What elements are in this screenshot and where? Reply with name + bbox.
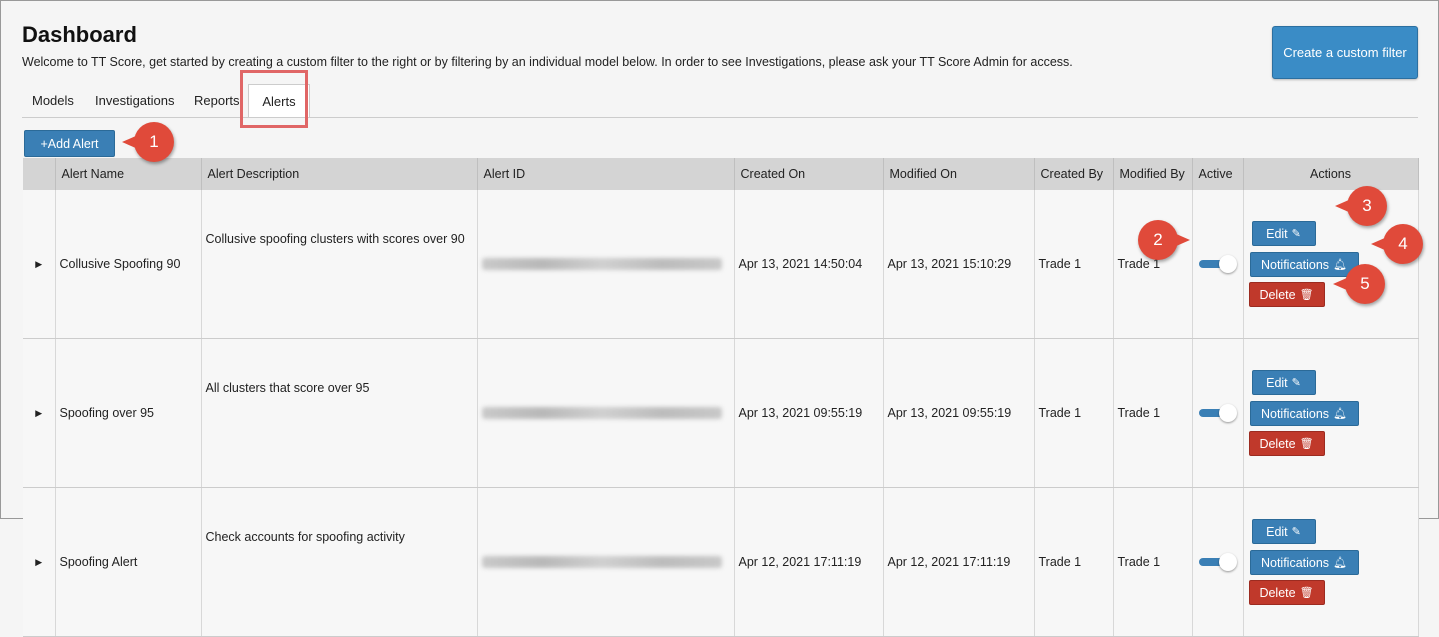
- bell-icon: 🔔︎: [1333, 259, 1348, 271]
- alert-name-cell: Collusive Spoofing 90: [55, 190, 202, 339]
- alert-id-redacted: [481, 407, 722, 419]
- alert-description-cell: All clusters that score over 95: [201, 338, 478, 488]
- alert-id-redacted: [481, 556, 722, 568]
- alert-id-cell: [477, 190, 735, 339]
- actions-cell: Edit ✎ Notifications 🔔︎ Delete 🗑︎: [1243, 338, 1419, 488]
- column-header-modified-on[interactable]: Modified On: [883, 158, 1035, 190]
- actions-cell: Edit ✎ Notifications 🔔︎ Delete 🗑︎: [1243, 190, 1419, 339]
- active-toggle[interactable]: [1198, 255, 1237, 273]
- table-row: ▶ Spoofing Alert Check accounts for spoo…: [23, 487, 1419, 637]
- tab-reports[interactable]: Reports: [194, 84, 240, 116]
- tab-divider: [22, 117, 1418, 118]
- delete-button[interactable]: Delete 🗑︎: [1248, 431, 1325, 456]
- active-toggle[interactable]: [1198, 553, 1237, 571]
- expand-row-toggle[interactable]: ▶: [23, 190, 56, 339]
- alert-description-cell: Collusive spoofing clusters with scores …: [201, 190, 478, 339]
- active-cell: [1192, 338, 1244, 488]
- notifications-button[interactable]: Notifications 🔔︎: [1249, 550, 1359, 575]
- modified-on-cell: Apr 13, 2021 09:55:19: [883, 338, 1035, 488]
- caret-right-icon: ▶: [35, 407, 43, 418]
- created-on-cell: Apr 13, 2021 14:50:04: [734, 190, 884, 339]
- modified-on-cell: Apr 13, 2021 15:10:29: [883, 190, 1035, 339]
- page-subtitle: Welcome to TT Score, get started by crea…: [22, 55, 1073, 69]
- column-header-alert-description[interactable]: Alert Description: [201, 158, 478, 190]
- delete-button[interactable]: Delete 🗑︎: [1248, 282, 1325, 307]
- bell-icon: 🔔︎: [1333, 557, 1348, 569]
- bell-icon: 🔔︎: [1333, 408, 1348, 420]
- tab-investigations[interactable]: Investigations: [95, 84, 175, 116]
- active-toggle[interactable]: [1198, 404, 1237, 422]
- alert-id-cell: [477, 487, 735, 637]
- alert-name-cell: Spoofing over 95: [55, 338, 202, 488]
- created-by-cell: Trade 1: [1034, 190, 1114, 339]
- expand-row-toggle[interactable]: ▶: [23, 487, 56, 637]
- created-on-cell: Apr 13, 2021 09:55:19: [734, 338, 884, 488]
- edit-icon: ✎: [1291, 228, 1301, 240]
- created-by-cell: Trade 1: [1034, 338, 1114, 488]
- create-custom-filter-button[interactable]: Create a custom filter: [1272, 26, 1418, 79]
- column-header-active[interactable]: Active: [1192, 158, 1244, 190]
- edit-icon: ✎: [1291, 526, 1301, 538]
- modified-by-cell: Trade 1: [1113, 338, 1193, 488]
- callout-5: 5: [1333, 264, 1385, 304]
- tab-models[interactable]: Models: [32, 84, 74, 116]
- add-alert-button[interactable]: +Add Alert: [24, 130, 115, 157]
- table-row: ▶ Spoofing over 95 All clusters that sco…: [23, 338, 1419, 488]
- notifications-button[interactable]: Notifications 🔔︎: [1249, 401, 1359, 426]
- callout-2: 2: [1138, 220, 1190, 260]
- alert-description-cell: Check accounts for spoofing activity: [201, 487, 478, 637]
- edit-icon: ✎: [1291, 377, 1301, 389]
- alert-id-redacted: [481, 258, 722, 270]
- table-row: ▶ Collusive Spoofing 90 Collusive spoofi…: [23, 190, 1419, 339]
- notifications-button[interactable]: Notifications 🔔︎: [1249, 252, 1359, 277]
- caret-right-icon: ▶: [35, 258, 43, 269]
- column-header-created-on[interactable]: Created On: [734, 158, 884, 190]
- active-cell: [1192, 487, 1244, 637]
- column-header-expand: [23, 158, 56, 190]
- table-header-row: Alert Name Alert Description Alert ID Cr…: [23, 158, 1419, 190]
- callout-4: 4: [1371, 224, 1423, 264]
- edit-button[interactable]: Edit ✎: [1251, 519, 1316, 544]
- alerts-tab-highlight: [240, 70, 308, 128]
- modified-by-cell: Trade 1: [1113, 190, 1193, 339]
- alert-id-cell: [477, 338, 735, 488]
- created-on-cell: Apr 12, 2021 17:11:19: [734, 487, 884, 637]
- column-header-alert-name[interactable]: Alert Name: [55, 158, 202, 190]
- column-header-alert-id[interactable]: Alert ID: [477, 158, 735, 190]
- delete-button[interactable]: Delete 🗑︎: [1248, 580, 1325, 605]
- trash-icon: 🗑︎: [1299, 587, 1314, 599]
- edit-button[interactable]: Edit ✎: [1251, 370, 1316, 395]
- alerts-table: Alert Name Alert Description Alert ID Cr…: [23, 158, 1419, 637]
- callout-3: 3: [1335, 186, 1387, 226]
- actions-cell: Edit ✎ Notifications 🔔︎ Delete 🗑︎: [1243, 487, 1419, 637]
- expand-row-toggle[interactable]: ▶: [23, 338, 56, 488]
- modified-by-cell: Trade 1: [1113, 487, 1193, 637]
- trash-icon: 🗑︎: [1299, 289, 1314, 301]
- callout-1: 1: [122, 122, 174, 162]
- trash-icon: 🗑︎: [1299, 438, 1314, 450]
- created-by-cell: Trade 1: [1034, 487, 1114, 637]
- edit-button[interactable]: Edit ✎: [1251, 221, 1316, 246]
- modified-on-cell: Apr 12, 2021 17:11:19: [883, 487, 1035, 637]
- column-header-created-by[interactable]: Created By: [1034, 158, 1114, 190]
- column-header-modified-by[interactable]: Modified By: [1113, 158, 1193, 190]
- page-title: Dashboard: [22, 22, 137, 47]
- alert-name-cell: Spoofing Alert: [55, 487, 202, 637]
- active-cell: [1192, 190, 1244, 339]
- column-header-actions: Actions: [1243, 158, 1419, 190]
- caret-right-icon: ▶: [35, 556, 43, 567]
